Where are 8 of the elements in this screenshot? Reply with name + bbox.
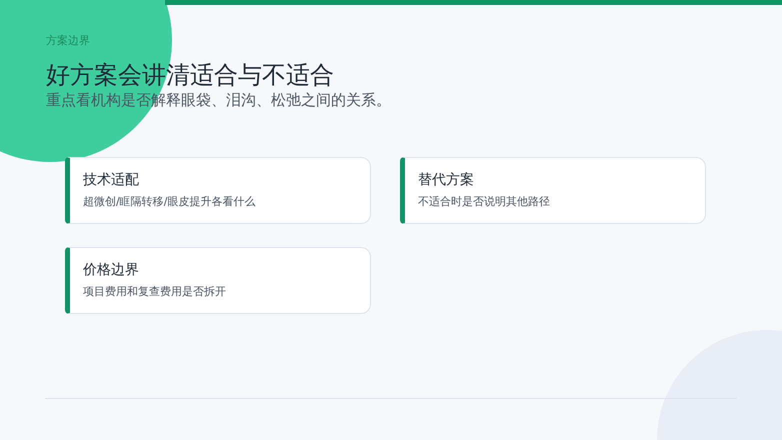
section-label: 方案边界 xyxy=(46,33,91,48)
card-description: 项目费用和复查费用是否拆开 xyxy=(83,284,227,299)
card-description: 超微创/眶隔转移/眼皮提升各看什么 xyxy=(83,194,256,209)
card-title: 价格边界 xyxy=(83,261,140,280)
slide-title: 好方案会讲清适合与不适合 xyxy=(46,60,335,90)
card-title: 替代方案 xyxy=(418,171,475,190)
card-title: 技术适配 xyxy=(83,171,140,190)
card-description: 不适合时是否说明其他路径 xyxy=(418,194,551,209)
